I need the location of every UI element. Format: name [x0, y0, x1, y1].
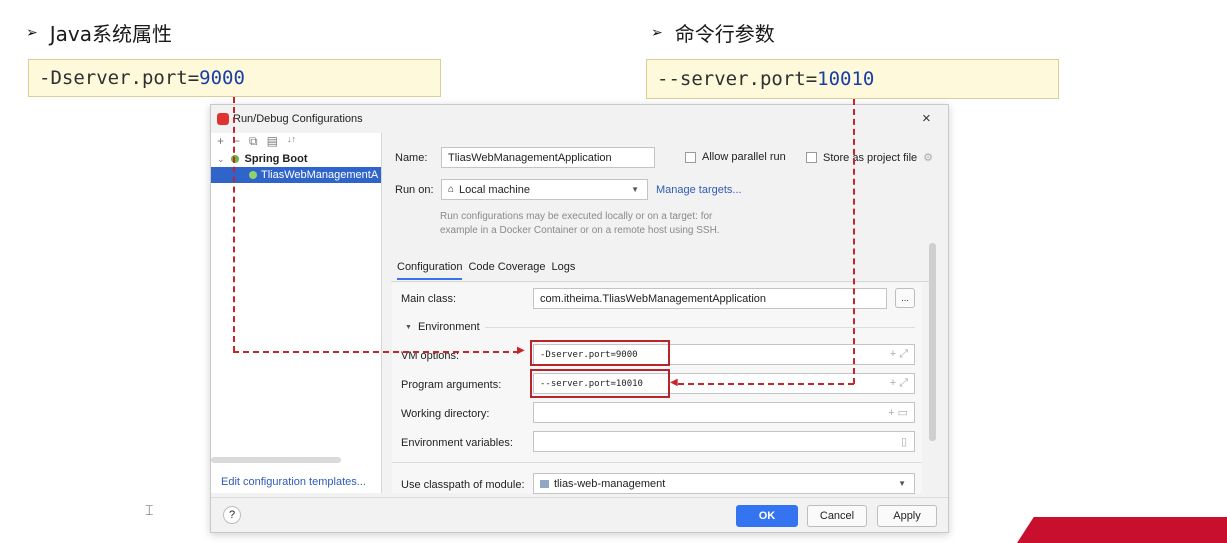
- tab-code-coverage[interactable]: Code Coverage: [468, 261, 545, 280]
- tree-toolbar: + − ⧉ ▤ ↓↑: [217, 134, 296, 149]
- sort-icon[interactable]: ↓↑: [287, 134, 296, 149]
- program-args-label: Program arguments:: [401, 379, 502, 391]
- bullet-arrow-icon: ➢: [651, 24, 663, 41]
- vm-options-highlight: [530, 340, 670, 366]
- env-vars-label: Environment variables:: [401, 437, 513, 449]
- folder-icon[interactable]: ▤: [267, 134, 278, 149]
- right-annotation-line-horizontal: [678, 383, 854, 385]
- chevron-down-icon: ▼: [405, 323, 412, 331]
- tabs-divider: [391, 281, 931, 282]
- help-icon: ?: [228, 509, 236, 521]
- name-field[interactable]: TliasWebManagementApplication: [441, 147, 655, 168]
- name-field-value: TliasWebManagementApplication: [448, 151, 612, 164]
- spring-leaf-icon: [249, 171, 257, 179]
- chevron-down-icon: ▼: [631, 185, 639, 194]
- left-code-value: 9000: [199, 67, 245, 89]
- manage-targets-link[interactable]: Manage targets...: [656, 184, 742, 196]
- chevron-down-icon: ▼: [898, 479, 906, 488]
- right-annotation-line-vertical: [853, 99, 855, 384]
- tree-group-spring-boot[interactable]: ⌄ Spring Boot: [217, 153, 307, 165]
- browse-button[interactable]: ...: [895, 288, 915, 308]
- tree-item-selected[interactable]: TliasWebManagementA: [211, 167, 381, 183]
- footer-divider: [211, 497, 948, 498]
- allow-parallel-option[interactable]: Allow parallel run: [685, 151, 786, 163]
- tree-item-label: TliasWebManagementA: [261, 169, 379, 181]
- corner-banner: [1017, 517, 1227, 543]
- right-code-box: --server.port= 10010: [646, 59, 1059, 99]
- help-button[interactable]: ?: [223, 506, 241, 524]
- right-heading-text: 命令行参数: [674, 22, 775, 46]
- right-code-value: 10010: [817, 68, 875, 90]
- config-tree-pane: + − ⧉ ▤ ↓↑ ⌄ Spring Boot TliasWebManagem…: [211, 133, 382, 493]
- environment-divider: [485, 327, 915, 328]
- app-icon: [217, 113, 229, 125]
- run-on-value: Local machine: [459, 183, 530, 196]
- vertical-scrollbar[interactable]: [929, 243, 936, 441]
- tree-scrollbar[interactable]: [211, 457, 341, 463]
- cancel-button[interactable]: Cancel: [807, 505, 867, 527]
- tab-configuration[interactable]: Configuration: [397, 261, 463, 280]
- classpath-label: Use classpath of module:: [401, 479, 525, 491]
- panel-divider: [392, 462, 922, 463]
- store-as-file-label: Store as project file: [823, 151, 918, 164]
- tab-logs[interactable]: Logs: [552, 261, 576, 280]
- environment-label: Environment: [417, 321, 480, 333]
- run-debug-dialog: Run/Debug Configurations × + − ⧉ ▤ ↓↑ ⌄ …: [210, 104, 949, 533]
- config-tabs: Configuration Code Coverage Logs: [397, 261, 575, 280]
- left-heading: ➢ Java系统属性: [26, 18, 172, 47]
- tree-group-label: Spring Boot: [244, 153, 308, 165]
- copy-icon[interactable]: ⧉: [249, 134, 258, 149]
- left-code-prefix: -Dserver.port=: [39, 67, 200, 89]
- program-args-highlight: [530, 369, 670, 398]
- left-heading-text: Java系统属性: [49, 22, 172, 46]
- right-code-prefix: --server.port=: [657, 68, 818, 90]
- run-hint-line-1: Run configurations may be executed local…: [440, 211, 713, 222]
- mouse-cursor-icon: ⌶: [145, 503, 154, 519]
- ok-button[interactable]: OK: [736, 505, 798, 527]
- close-icon[interactable]: ×: [922, 110, 931, 127]
- left-annotation-line-vertical: [233, 97, 235, 352]
- main-class-field[interactable]: com.itheima.TliasWebManagementApplicatio…: [533, 288, 887, 309]
- run-on-label: Run on:: [395, 184, 434, 196]
- left-annotation-line-horizontal: [233, 351, 519, 353]
- name-label: Name:: [395, 152, 428, 164]
- right-heading: ➢ 命令行参数: [651, 18, 775, 47]
- right-arrow-head-icon: ◀: [670, 377, 678, 388]
- main-class-label: Main class:: [401, 293, 457, 305]
- bullet-arrow-icon: ➢: [26, 24, 38, 41]
- left-code-box: -Dserver.port= 9000: [28, 59, 441, 97]
- module-icon: [540, 479, 549, 488]
- dialog-titlebar: Run/Debug Configurations ×: [211, 105, 948, 133]
- working-dir-field[interactable]: + ▭: [533, 402, 915, 423]
- allow-parallel-label: Allow parallel run: [702, 151, 786, 163]
- expand-icon[interactable]: + ⤢: [890, 377, 908, 390]
- allow-parallel-checkbox[interactable]: [685, 151, 696, 163]
- folder-icon[interactable]: + ▭: [888, 406, 908, 419]
- home-icon: ⌂: [448, 184, 455, 195]
- gear-icon[interactable]: ⚙: [923, 151, 933, 164]
- expand-icon[interactable]: + ⤢: [890, 348, 908, 361]
- apply-button[interactable]: Apply: [877, 505, 937, 527]
- store-as-file-option[interactable]: Store as project file ⚙: [806, 151, 933, 164]
- run-hint-line-2: example in a Docker Container or on a re…: [440, 225, 720, 236]
- main-class-value: com.itheima.TliasWebManagementApplicatio…: [540, 292, 767, 305]
- working-dir-label: Working directory:: [401, 408, 490, 420]
- classpath-value: tlias-web-management: [554, 477, 666, 490]
- classpath-select[interactable]: tlias-web-management ▼: [533, 473, 915, 494]
- dialog-title: Run/Debug Configurations: [233, 113, 363, 125]
- add-icon[interactable]: +: [217, 134, 224, 149]
- env-vars-field[interactable]: ▯: [533, 431, 915, 452]
- environment-section[interactable]: ▼ Environment: [405, 321, 480, 333]
- document-icon[interactable]: ▯: [901, 435, 907, 448]
- chevron-down-icon: ⌄: [217, 153, 225, 164]
- run-on-select[interactable]: ⌂ Local machine ▼: [441, 179, 648, 200]
- left-arrow-head-icon: ▶: [517, 345, 525, 356]
- edit-templates-link[interactable]: Edit configuration templates...: [221, 476, 366, 488]
- store-as-file-checkbox[interactable]: [806, 152, 817, 163]
